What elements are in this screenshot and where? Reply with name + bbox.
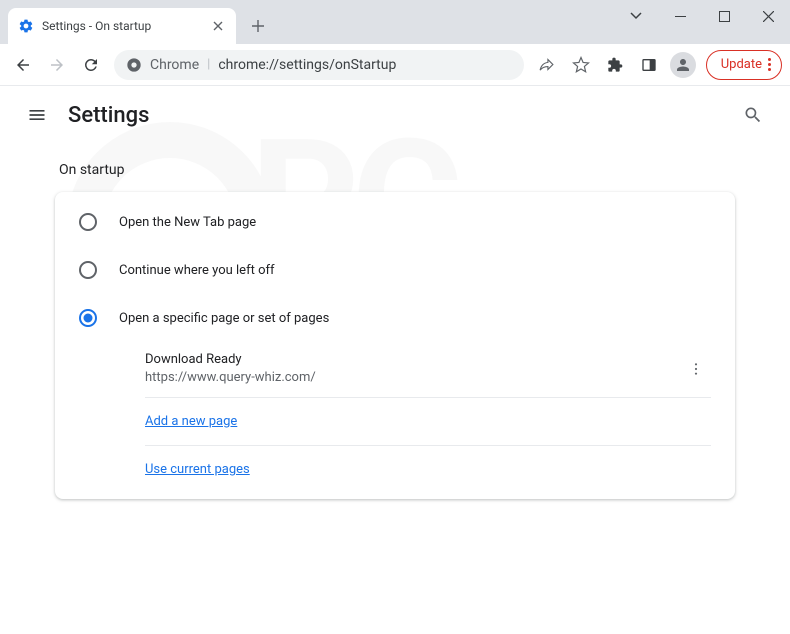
maximize-button[interactable]: [702, 0, 746, 32]
menu-button[interactable]: [18, 96, 56, 134]
radio-new-tab[interactable]: Open the New Tab page: [55, 198, 735, 246]
use-current-row: Use current pages: [55, 446, 735, 493]
bookmark-button[interactable]: [566, 50, 596, 80]
page-url: https://www.query-whiz.com/: [145, 370, 681, 385]
page-name: Download Ready: [145, 352, 681, 367]
search-button[interactable]: [734, 96, 772, 134]
window-titlebar: Settings - On startup: [0, 0, 790, 44]
side-panel-button[interactable]: [634, 50, 664, 80]
new-tab-button[interactable]: [244, 12, 272, 40]
forward-button[interactable]: [42, 50, 72, 80]
profile-button[interactable]: [670, 52, 696, 78]
page-menu-button[interactable]: [681, 354, 711, 384]
update-button[interactable]: Update: [706, 50, 782, 80]
section-title: On startup: [55, 162, 735, 192]
url-prefix: Chrome: [150, 57, 199, 73]
content-header: Settings: [0, 86, 790, 144]
extensions-button[interactable]: [600, 50, 630, 80]
startup-section: On startup Open the New Tab page Continu…: [55, 144, 735, 499]
page-title: Settings: [68, 103, 734, 128]
page-content: Settings On startup Open the New Tab pag…: [0, 86, 790, 499]
settings-icon: [18, 18, 34, 34]
tab-search-button[interactable]: [614, 0, 658, 32]
radio-icon: [79, 213, 97, 231]
add-page-row: Add a new page: [55, 398, 735, 445]
radio-icon: [79, 261, 97, 279]
settings-card: Open the New Tab page Continue where you…: [55, 192, 735, 499]
share-button[interactable]: [532, 50, 562, 80]
close-window-button[interactable]: [746, 0, 790, 32]
back-button[interactable]: [8, 50, 38, 80]
browser-toolbar: Chrome | chrome://settings/onStartup Upd…: [0, 44, 790, 86]
address-bar[interactable]: Chrome | chrome://settings/onStartup: [114, 50, 524, 80]
minimize-button[interactable]: [658, 0, 702, 32]
close-tab-button[interactable]: [210, 18, 226, 34]
reload-button[interactable]: [76, 50, 106, 80]
url-path: chrome://settings/onStartup: [218, 57, 396, 73]
radio-specific-pages[interactable]: Open a specific page or set of pages: [55, 294, 735, 342]
chrome-icon: [126, 57, 142, 73]
use-current-link[interactable]: Use current pages: [145, 462, 250, 477]
menu-icon: [768, 58, 771, 71]
add-page-link[interactable]: Add a new page: [145, 414, 237, 429]
radio-continue[interactable]: Continue where you left off: [55, 246, 735, 294]
startup-page-item: Download Ready https://www.query-whiz.co…: [55, 342, 735, 397]
browser-tab[interactable]: Settings - On startup: [8, 8, 236, 44]
radio-icon: [79, 309, 97, 327]
window-controls: [614, 0, 790, 36]
tab-title: Settings - On startup: [42, 19, 202, 33]
